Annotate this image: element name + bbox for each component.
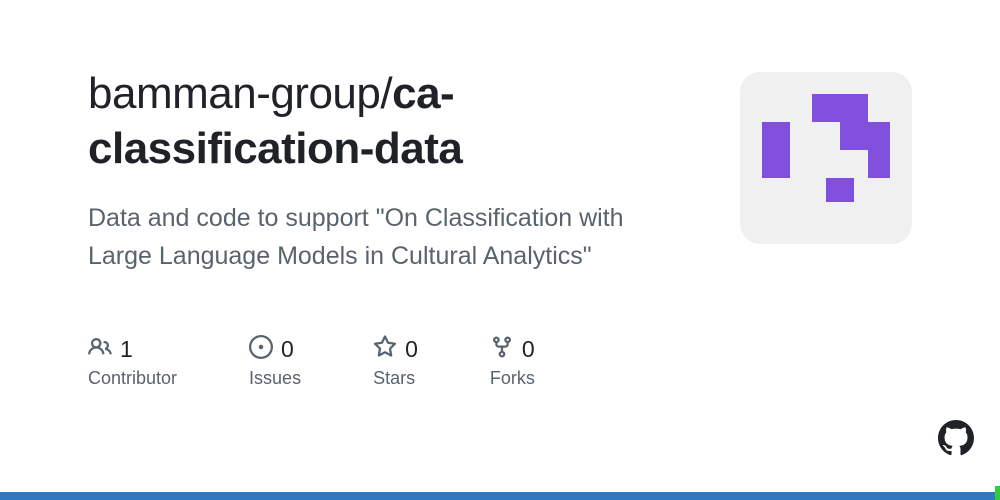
- contributors-label: Contributor: [88, 368, 177, 389]
- stars-count: 0: [405, 336, 418, 363]
- language-bar: [0, 492, 1000, 500]
- stat-issues[interactable]: 0 Issues: [249, 335, 301, 389]
- contributors-count: 1: [120, 336, 133, 363]
- repo-owner: bamman-group: [88, 69, 380, 118]
- forks-label: Forks: [490, 368, 535, 389]
- contributors-icon: [88, 335, 112, 364]
- repo-slash: /: [380, 69, 392, 118]
- stars-label: Stars: [373, 368, 418, 389]
- stat-contributors[interactable]: 1 Contributor: [88, 335, 177, 389]
- stat-stars[interactable]: 0 Stars: [373, 335, 418, 389]
- forks-count: 0: [522, 336, 535, 363]
- repo-stats: 1 Contributor 0 Issues 0: [88, 335, 688, 389]
- repo-title[interactable]: bamman-group/ca-classification-data: [88, 66, 688, 176]
- language-bar-segment: [995, 486, 1000, 500]
- repo-description: Data and code to support "On Classificat…: [88, 200, 648, 275]
- github-logo-icon[interactable]: [938, 420, 974, 456]
- star-icon: [373, 335, 397, 364]
- repo-avatar[interactable]: [740, 72, 912, 244]
- fork-icon: [490, 335, 514, 364]
- issues-label: Issues: [249, 368, 301, 389]
- stat-forks[interactable]: 0 Forks: [490, 335, 535, 389]
- issues-icon: [249, 335, 273, 364]
- issues-count: 0: [281, 336, 294, 363]
